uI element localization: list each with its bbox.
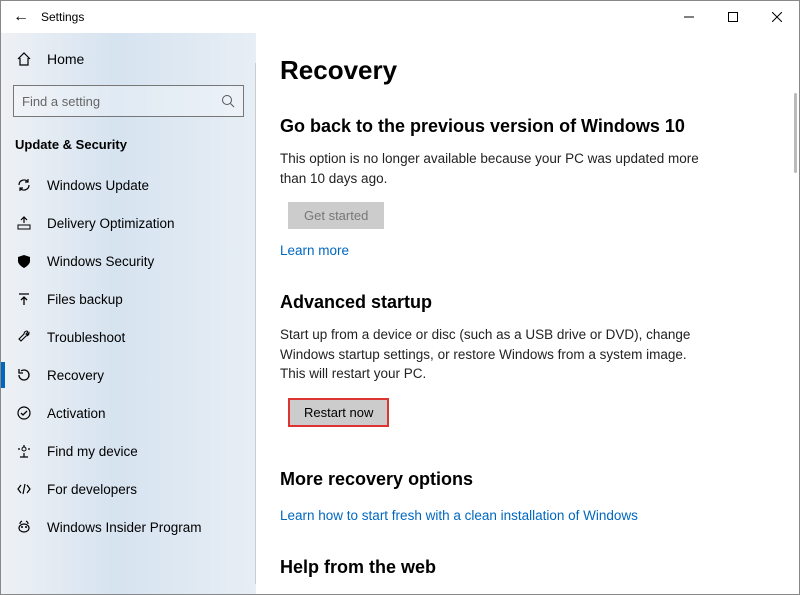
section-help-web: Help from the web Finding my BitLocker r…: [280, 557, 775, 594]
minimize-icon: [684, 12, 694, 22]
sidebar-item-windows-security[interactable]: Windows Security: [1, 242, 256, 280]
sidebar-home-label: Home: [47, 51, 84, 67]
goback-heading: Go back to the previous version of Windo…: [280, 116, 775, 137]
sync-icon: [15, 177, 33, 193]
titlebar: ← Settings: [1, 1, 799, 33]
start-fresh-link[interactable]: Learn how to start fresh with a clean in…: [280, 508, 638, 523]
settings-window: ← Settings Home U: [0, 0, 800, 595]
sidebar-item-label: Recovery: [47, 368, 104, 383]
section-advanced-startup: Advanced startup Start up from a device …: [280, 292, 775, 435]
restart-now-button[interactable]: Restart now: [288, 398, 389, 427]
window-title: Settings: [41, 10, 84, 24]
delivery-icon: [15, 215, 33, 231]
close-icon: [772, 12, 782, 22]
wrench-icon: [15, 329, 33, 345]
developers-icon: [15, 481, 33, 497]
sidebar-item-label: For developers: [47, 482, 137, 497]
sidebar-item-activation[interactable]: Activation: [1, 394, 256, 432]
search-field[interactable]: [22, 94, 221, 109]
sidebar-item-label: Windows Security: [47, 254, 154, 269]
sidebar-item-windows-insider[interactable]: Windows Insider Program: [1, 508, 256, 546]
sidebar-item-for-developers[interactable]: For developers: [1, 470, 256, 508]
sidebar-item-delivery-optimization[interactable]: Delivery Optimization: [1, 204, 256, 242]
advanced-heading: Advanced startup: [280, 292, 775, 313]
sidebar-item-find-my-device[interactable]: Find my device: [1, 432, 256, 470]
help-heading: Help from the web: [280, 557, 775, 578]
sidebar-item-troubleshoot[interactable]: Troubleshoot: [1, 318, 256, 356]
sidebar-item-label: Windows Update: [47, 178, 149, 193]
maximize-button[interactable]: [711, 1, 755, 33]
search-input[interactable]: [13, 85, 244, 117]
scrollbar[interactable]: [794, 93, 797, 173]
sidebar-category: Update & Security: [1, 133, 256, 166]
back-button[interactable]: ←: [1, 8, 41, 26]
sidebar-item-label: Files backup: [47, 292, 123, 307]
advanced-desc: Start up from a device or disc (such as …: [280, 325, 700, 384]
sidebar: Home Update & Security Windows Update: [1, 33, 256, 594]
check-circle-icon: [15, 405, 33, 421]
recovery-icon: [15, 367, 33, 383]
learn-more-link[interactable]: Learn more: [280, 243, 349, 258]
sidebar-item-recovery[interactable]: Recovery: [1, 356, 256, 394]
sidebar-item-label: Activation: [47, 406, 106, 421]
get-started-button: Get started: [288, 202, 384, 229]
goback-desc: This option is no longer available becau…: [280, 149, 700, 188]
search-icon: [221, 94, 235, 108]
sidebar-home[interactable]: Home: [1, 41, 256, 77]
location-icon: [15, 443, 33, 459]
backup-icon: [15, 291, 33, 307]
page-title: Recovery: [280, 55, 775, 86]
close-button[interactable]: [755, 1, 799, 33]
sidebar-item-windows-update[interactable]: Windows Update: [1, 166, 256, 204]
sidebar-item-label: Windows Insider Program: [47, 520, 202, 535]
main-content: Recovery Go back to the previous version…: [256, 33, 799, 594]
sidebar-item-files-backup[interactable]: Files backup: [1, 280, 256, 318]
insider-icon: [15, 519, 33, 535]
maximize-icon: [728, 12, 738, 22]
section-go-back: Go back to the previous version of Windo…: [280, 116, 775, 258]
shield-icon: [15, 253, 33, 269]
home-icon: [15, 51, 33, 67]
more-heading: More recovery options: [280, 469, 775, 490]
sidebar-item-label: Troubleshoot: [47, 330, 125, 345]
sidebar-item-label: Delivery Optimization: [47, 216, 175, 231]
section-more-recovery: More recovery options Learn how to start…: [280, 469, 775, 523]
minimize-button[interactable]: [667, 1, 711, 33]
sidebar-item-label: Find my device: [47, 444, 138, 459]
